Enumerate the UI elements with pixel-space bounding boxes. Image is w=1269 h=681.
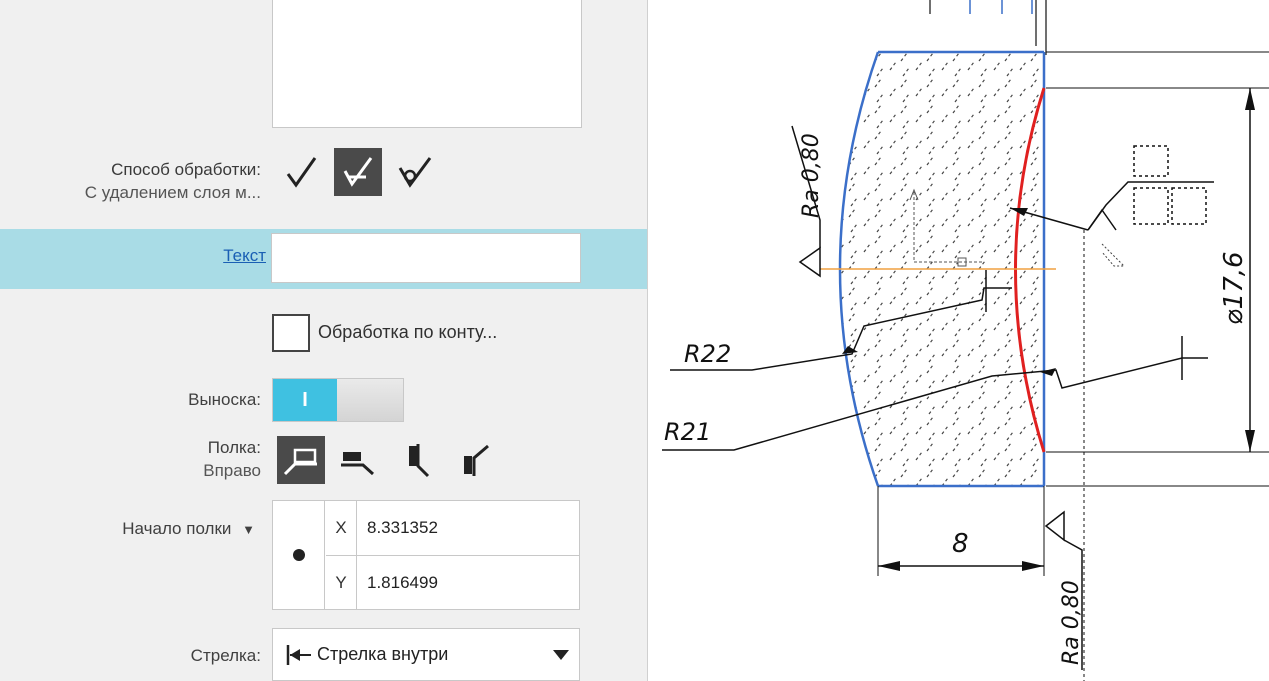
roughness-bottom-label: Ra 0,80 [1059,580,1084,665]
coordinate-box: X 8.331352 Y 1.816499 [272,500,580,610]
properties-panel: Способ обработки: С удалением слоя м... … [0,0,648,681]
width-dimension[interactable]: 8 [877,486,1045,576]
shelf-start-text: Начало полки [122,519,232,538]
roughness-no-removal-icon[interactable] [392,148,440,196]
method-value: С удалением слоя м... [84,183,261,202]
y-axis-label: Y [335,572,347,592]
chevron-down-icon: ▼ [242,522,255,537]
chevron-down-icon [543,649,579,660]
arrow-type-value: Стрелка внутри [317,644,449,664]
x-axis-label: X [335,518,347,537]
shelf-right-icon[interactable] [277,436,325,484]
arrow-label: Стрелка: [190,646,261,665]
drawing-canvas[interactable]: ⌀17,6 Ra 0,80 Ra 0,80 R22 R21 8 [652,0,1269,681]
roughness-symbol-left[interactable]: Ra 0,80 [791,125,824,278]
roughness-generic-icon[interactable] [278,148,326,196]
radius-r22-label: R22 [684,340,731,368]
arrow-type-select[interactable]: Стрелка внутри [272,628,580,681]
leader-toggle[interactable]: I [272,378,404,422]
radius-r21-label: R21 [664,418,711,446]
shelf-start-label[interactable]: Начало полки ▼ [122,519,255,539]
preview-box [272,0,582,128]
text-input[interactable] [271,233,581,283]
contour-checkbox[interactable] [272,314,310,352]
shelf-value: Вправо [203,461,261,480]
point-dot-icon [292,549,305,561]
shelf-up-icon[interactable] [392,436,440,484]
leader-label: Выноска: [188,390,261,409]
coord-y-row: Y 1.816499 [326,555,579,609]
text-link[interactable]: Текст [223,246,266,266]
coord-x-row: X 8.331352 [326,501,579,555]
diameter-dimension[interactable]: ⌀17,6 [1219,88,1255,452]
roughness-symbol-bottom[interactable]: Ra 0,80 [1044,510,1084,670]
arrow-inside-icon [281,643,317,667]
roughness-top-label: Ra 0,80 [799,133,824,218]
toggle-off-track [337,379,403,421]
method-label: Способ обработки: [111,160,261,179]
diameter-label: ⌀17,6 [1219,251,1249,325]
shelf-angled-icon[interactable] [452,436,500,484]
x-value-field[interactable]: 8.331352 [356,501,579,555]
contour-label: Обработка по конту... [318,322,498,342]
y-value-field[interactable]: 1.816499 [356,556,579,609]
roughness-removal-icon[interactable] [334,148,382,196]
shelf-left-icon[interactable] [333,436,381,484]
shelf-label: Полка: [207,438,261,457]
width-label: 8 [952,529,969,559]
text-row: Текст [0,229,647,289]
point-pick-button[interactable] [273,501,325,609]
toggle-on-indicator: I [273,379,337,421]
